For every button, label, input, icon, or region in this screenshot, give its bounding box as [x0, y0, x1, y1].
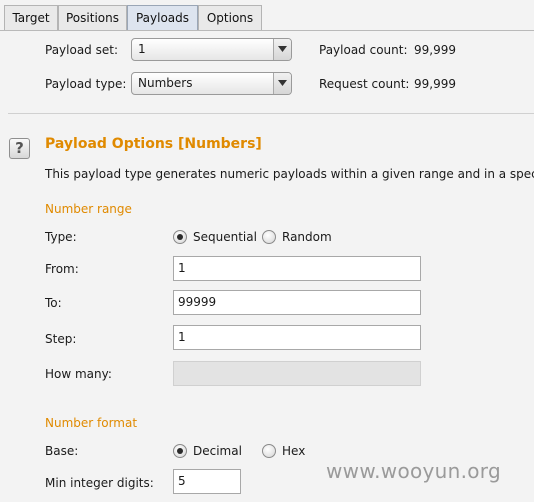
request-count-label: Request count:: [319, 77, 410, 91]
request-count-value: 99,999: [414, 77, 456, 91]
chevron-down-icon[interactable]: [273, 39, 291, 60]
payload-set-value: 1: [138, 42, 146, 56]
decimal-radio[interactable]: [173, 444, 187, 458]
min-integer-digits-input[interactable]: 5: [173, 469, 241, 494]
tab-bar: Target Positions Payloads Options: [0, 0, 534, 31]
tab-target[interactable]: Target: [4, 5, 58, 30]
from-input[interactable]: 1: [173, 256, 421, 281]
tab-positions[interactable]: Positions: [58, 5, 127, 30]
decimal-radio-label[interactable]: Decimal: [193, 444, 242, 458]
to-input[interactable]: 99999: [173, 290, 421, 315]
watermark: www.wooyun.org: [326, 459, 501, 483]
tab-payloads[interactable]: Payloads: [127, 5, 198, 31]
payload-set-label: Payload set:: [45, 43, 118, 57]
payload-type-value: Numbers: [138, 76, 193, 90]
payload-count-value: 99,999: [414, 43, 456, 57]
hex-radio-label[interactable]: Hex: [282, 444, 305, 458]
random-radio-label[interactable]: Random: [282, 230, 332, 244]
to-label: To:: [45, 296, 62, 310]
payload-options-description: This payload type generates numeric payl…: [45, 167, 534, 181]
number-range-heading: Number range: [45, 202, 132, 216]
tab-options[interactable]: Options: [198, 5, 262, 30]
min-integer-digits-label: Min integer digits:: [45, 476, 154, 490]
step-label: Step:: [45, 332, 77, 346]
how-many-label: How many:: [45, 367, 112, 381]
payload-count-label: Payload count:: [319, 43, 408, 57]
from-label: From:: [45, 262, 79, 276]
payload-options-title: Payload Options [Numbers]: [45, 136, 262, 152]
help-icon[interactable]: ?: [9, 138, 30, 159]
hex-radio[interactable]: [262, 444, 276, 458]
payload-type-select[interactable]: Numbers: [131, 72, 292, 95]
type-label: Type:: [45, 230, 77, 244]
payload-set-select[interactable]: 1: [131, 38, 292, 61]
how-many-input: [173, 361, 421, 386]
step-input[interactable]: 1: [173, 325, 421, 350]
payload-type-label: Payload type:: [45, 77, 127, 91]
sequential-radio-label[interactable]: Sequential: [193, 230, 257, 244]
number-format-heading: Number format: [45, 416, 138, 430]
tab-divider: [0, 30, 534, 31]
sequential-radio[interactable]: [173, 230, 187, 244]
base-label: Base:: [45, 444, 79, 458]
random-radio[interactable]: [262, 230, 276, 244]
section-divider: [8, 113, 534, 114]
chevron-down-icon[interactable]: [273, 73, 291, 94]
